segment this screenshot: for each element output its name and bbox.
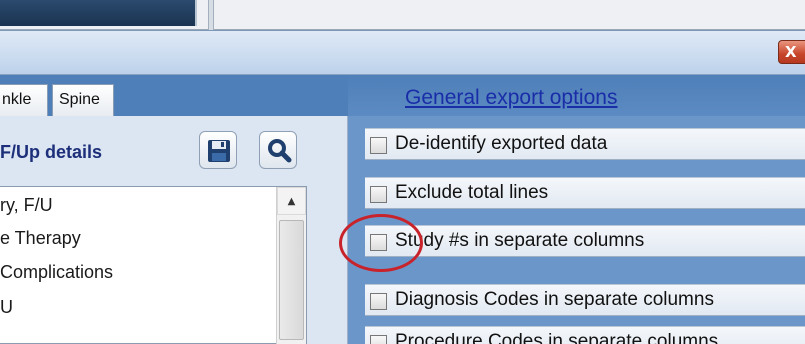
dialog-titlebar[interactable] <box>0 30 805 75</box>
deidentify-checkbox[interactable] <box>370 137 387 154</box>
panel-title: F/Up details <box>0 142 103 162</box>
close-icon: X <box>785 43 797 61</box>
list-item[interactable]: U <box>0 297 13 318</box>
background-splitter[interactable] <box>208 0 214 30</box>
list-item[interactable]: e Therapy <box>0 228 81 249</box>
procedure-columns-checkbox[interactable] <box>370 335 387 344</box>
list-scrollbar[interactable]: ▲ <box>276 187 306 344</box>
option-procedure-columns[interactable]: Procedure Codes in separate columns <box>365 326 805 344</box>
option-study-columns[interactable]: Study #s in separate columns <box>365 225 805 257</box>
option-label: Study #s in separate columns <box>395 230 645 251</box>
option-diagnosis-columns[interactable]: Diagnosis Codes in separate columns <box>365 284 805 316</box>
general-export-options-link[interactable]: General export options <box>405 86 617 110</box>
option-exclude-total-lines[interactable]: Exclude total lines <box>365 177 805 209</box>
search-button[interactable] <box>259 131 297 169</box>
tab-ankle[interactable]: nkle <box>0 84 48 116</box>
scroll-up-arrow-icon[interactable]: ▲ <box>277 187 306 215</box>
tab-spine[interactable]: Spine <box>52 84 114 116</box>
diagnosis-columns-checkbox[interactable] <box>370 293 387 310</box>
background-dark-panel <box>0 0 197 26</box>
exclude-total-lines-checkbox[interactable] <box>370 186 387 203</box>
option-label: Procedure Codes in separate columns <box>395 331 719 344</box>
option-deidentify[interactable]: De-identify exported data <box>365 128 805 160</box>
option-label: Exclude total lines <box>395 182 549 203</box>
close-button[interactable]: X <box>778 40 805 64</box>
option-label: De-identify exported data <box>395 133 608 154</box>
magnifier-icon <box>268 139 292 163</box>
option-label: Diagnosis Codes in separate columns <box>395 289 714 310</box>
save-button[interactable] <box>199 131 237 169</box>
followup-list[interactable]: ry, F/U e Therapy Complications U <box>0 186 307 344</box>
list-item[interactable]: ry, F/U <box>0 195 53 216</box>
list-item[interactable]: Complications <box>0 262 113 283</box>
scroll-thumb[interactable] <box>279 220 304 340</box>
floppy-disk-icon <box>208 140 230 162</box>
study-columns-checkbox[interactable] <box>370 234 387 251</box>
